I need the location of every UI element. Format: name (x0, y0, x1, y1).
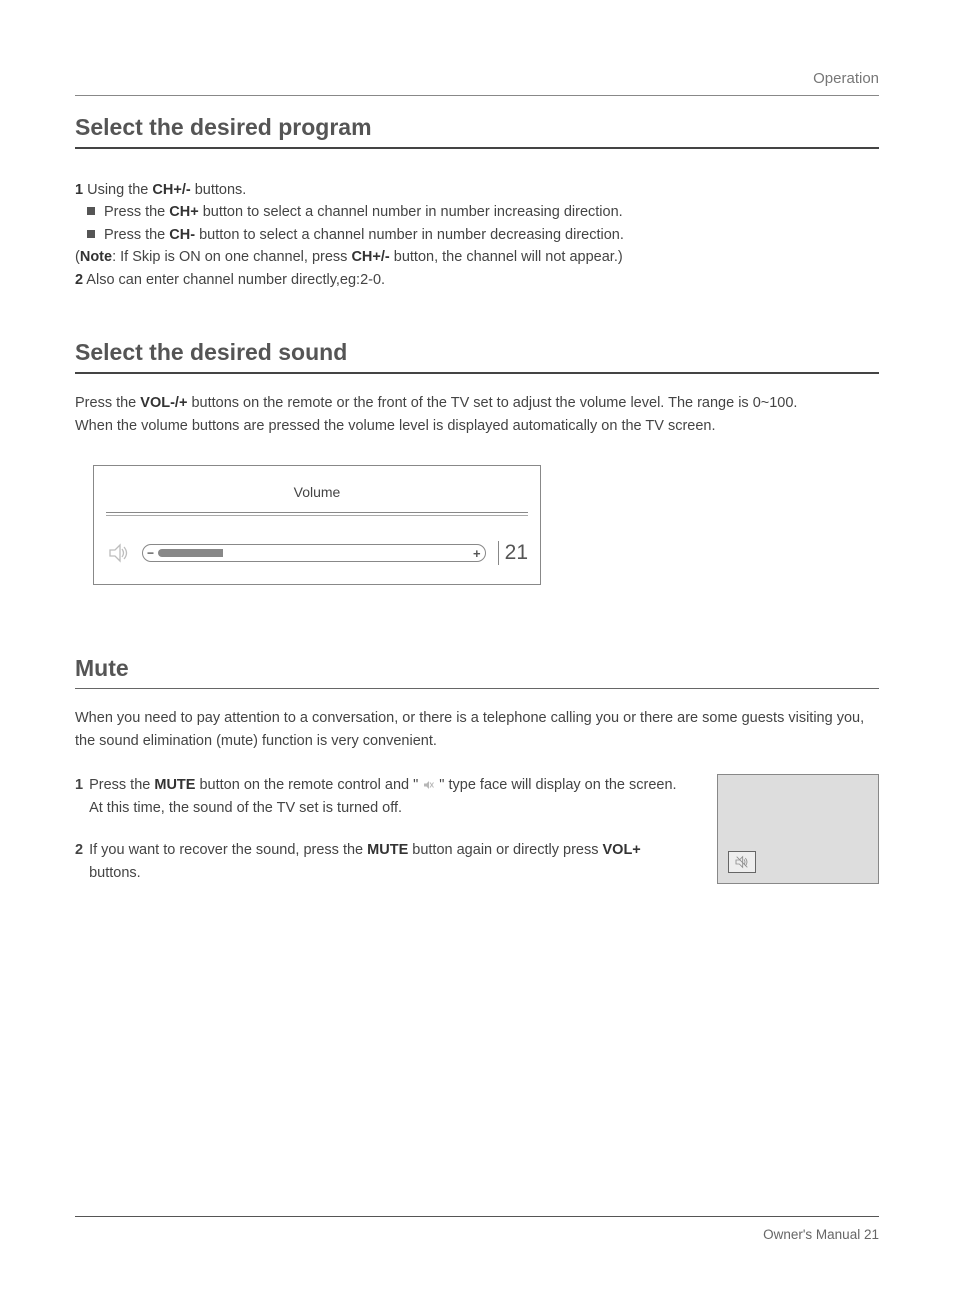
section1-content: 1 Using the CH+/- buttons. Press the CH+… (75, 179, 879, 291)
footer-text: Owner's Manual 21 (75, 1227, 879, 1242)
section1-note: (Note: If Skip is ON on one channel, pre… (75, 246, 879, 268)
step-number-1: 1 (75, 774, 83, 819)
text: button to select a channel number in num… (199, 204, 623, 220)
step-number-1: 1 (75, 182, 83, 198)
text: Press the (75, 395, 140, 411)
header-operation-label: Operation (75, 70, 879, 87)
footer-label: Owner's Manual (763, 1227, 860, 1242)
section2-p1: Press the VOL-/+ buttons on the remote o… (75, 392, 879, 414)
text: Also can enter channel number directly,e… (83, 272, 385, 288)
mute-icon (422, 779, 435, 791)
volume-osd-title: Volume (106, 484, 528, 500)
section3-title-rule (75, 688, 879, 689)
text: button to select a channel number in num… (195, 227, 624, 243)
text: buttons on the remote or the front of th… (187, 395, 797, 411)
footer: Owner's Manual 21 (75, 1216, 879, 1242)
mute-columns: 1 Press the MUTE button on the remote co… (75, 774, 879, 904)
text-emphasis: a conversation (300, 710, 394, 726)
bullet-icon (87, 230, 95, 238)
text: button again or directly press (408, 842, 602, 858)
vol-plusminus-label: VOL-/+ (140, 395, 187, 411)
section-title-program: Select the desired program (75, 114, 879, 147)
section2-content: Press the VOL-/+ buttons on the remote o… (75, 392, 879, 437)
text: buttons. (89, 865, 141, 881)
text: Press the (89, 777, 154, 793)
mute-icon (732, 854, 752, 870)
ch-plusminus-label: CH+/- (351, 249, 389, 265)
section1-bullet2: Press the CH- button to select a channel… (75, 224, 879, 246)
volume-slider: − + (142, 544, 486, 562)
section3-intro: When you need to pay attention to a conv… (75, 707, 879, 752)
section1-bullet1: Press the CH+ button to select a channel… (75, 201, 879, 223)
text: If you want to recover the sound, press … (89, 842, 367, 858)
section1-line1: 1 Using the CH+/- buttons. (75, 179, 879, 201)
footer-rule (75, 1216, 879, 1217)
volume-slider-track (158, 549, 469, 557)
plus-icon: + (473, 546, 481, 561)
mute-button-label: MUTE (154, 777, 195, 793)
section-title-sound: Select the desired sound (75, 339, 879, 372)
bullet-icon (87, 207, 95, 215)
mute-button-label: MUTE (367, 842, 408, 858)
section-title-mute: Mute (75, 655, 879, 688)
mute-step-1: 1 Press the MUTE button on the remote co… (75, 774, 687, 819)
text: button on the remote control and " (195, 777, 422, 793)
step-number-2: 2 (75, 272, 83, 288)
ch-minus-label: CH- (169, 227, 195, 243)
footer-page-number: 21 (864, 1227, 879, 1242)
text: : If Skip is ON on one channel, press (112, 249, 351, 265)
text: buttons. (191, 182, 247, 198)
ch-plusminus-label: CH+/- (152, 182, 190, 198)
section1-title-rule (75, 147, 879, 149)
volume-osd-row: − + 21 (106, 541, 528, 565)
speaker-icon (106, 541, 132, 565)
text: Press the (104, 204, 169, 220)
volume-osd-rule (106, 512, 528, 516)
section2-p2: When the volume buttons are pressed the … (75, 415, 879, 437)
volume-value: 21 (498, 541, 528, 565)
note-label: Note (80, 249, 112, 265)
mute-osd-badge (728, 851, 756, 873)
text: Press the (104, 227, 169, 243)
text: Using the (83, 182, 152, 198)
step-number-2: 2 (75, 839, 83, 884)
mute-step-2: 2 If you want to recover the sound, pres… (75, 839, 687, 884)
vol-plus-label: VOL+ (603, 842, 641, 858)
section2-title-rule (75, 372, 879, 374)
text: When you need to pay attention to (75, 710, 300, 726)
minus-icon: − (147, 546, 154, 560)
text: button, the channel will not appear.) (390, 249, 623, 265)
ch-plus-label: CH+ (169, 204, 198, 220)
volume-osd-box: Volume − + 21 (93, 465, 541, 585)
mute-tv-screen (717, 774, 879, 884)
mute-steps: 1 Press the MUTE button on the remote co… (75, 774, 687, 904)
volume-slider-fill (158, 549, 223, 557)
header-rule (75, 95, 879, 96)
section1-line2: 2 Also can enter channel number directly… (75, 269, 879, 291)
